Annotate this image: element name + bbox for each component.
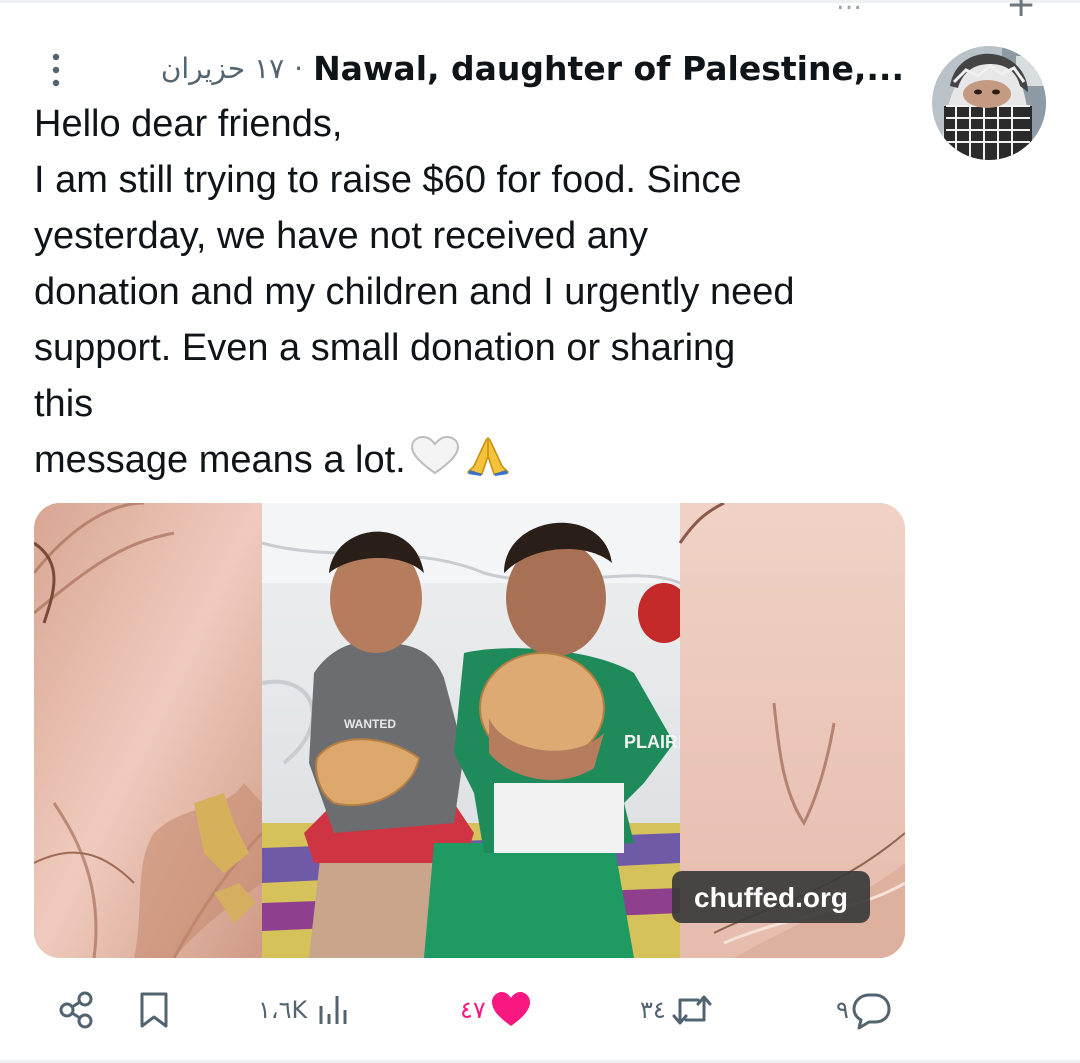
- like-button[interactable]: ٤٧: [460, 980, 532, 1040]
- like-count: ٤٧: [460, 996, 486, 1024]
- reply-icon: [852, 993, 891, 1030]
- shirt-text: WANTED: [344, 717, 396, 731]
- repost-icon: [672, 995, 712, 1025]
- top-cut-label: …: [836, 0, 862, 16]
- shirt-text-2: PLAIRI: [624, 732, 683, 752]
- tweet-line: donation and my children and I urgently …: [34, 271, 795, 313]
- tweet-body: Hello dear friends, I am still trying to…: [34, 96, 914, 488]
- repost-count: ٣٤: [640, 996, 666, 1024]
- media-watermark: chuffed.org: [694, 882, 848, 913]
- repost-button[interactable]: ٣٤: [640, 980, 714, 1040]
- reply-button[interactable]: ٩: [836, 980, 893, 1040]
- more-vertical-icon[interactable]: [50, 52, 62, 88]
- tweet-line: I am still trying to raise $60 for food.…: [34, 159, 742, 201]
- tweet-media[interactable]: WANTED PLAIRI chuffed.org: [34, 503, 905, 958]
- tweet-line: support. Even a small donation or sharin…: [34, 327, 736, 369]
- plus-icon[interactable]: +: [1006, 0, 1036, 25]
- author-name[interactable]: Nawal, daughter of Palestine,...: [313, 49, 904, 88]
- avatar[interactable]: [932, 46, 1046, 160]
- white-heart-icon: [410, 436, 459, 475]
- bookmark-icon: [140, 992, 168, 1028]
- share-button[interactable]: [56, 980, 96, 1040]
- share-icon: [59, 991, 93, 1029]
- top-divider: [0, 0, 1080, 3]
- tweet-header: ١٧ حزيران · Nawal, daughter of Palestine…: [161, 44, 904, 92]
- bookmark-button[interactable]: [136, 980, 172, 1040]
- tweet-line: this: [34, 383, 94, 425]
- views-icon: [319, 996, 347, 1024]
- like-icon: [491, 992, 530, 1026]
- tweet-line: yesterday, we have not received any: [34, 215, 648, 257]
- tweet-line-last: message means a lot.: [34, 432, 914, 488]
- tweet-line: Hello dear friends,: [34, 103, 343, 145]
- tweet-timestamp[interactable]: ١٧ حزيران: [161, 52, 284, 85]
- tweet-line: message means a lot.: [34, 439, 406, 481]
- folded-hands-icon: [466, 436, 510, 476]
- header-separator: ·: [294, 51, 304, 85]
- reply-count: ٩: [836, 996, 849, 1024]
- tweet-actions: ١،٦K ٤٧ ٣٤ ٩: [0, 980, 1080, 1040]
- views-count: ١،٦K: [258, 996, 308, 1024]
- views-button[interactable]: ١،٦K: [258, 980, 353, 1040]
